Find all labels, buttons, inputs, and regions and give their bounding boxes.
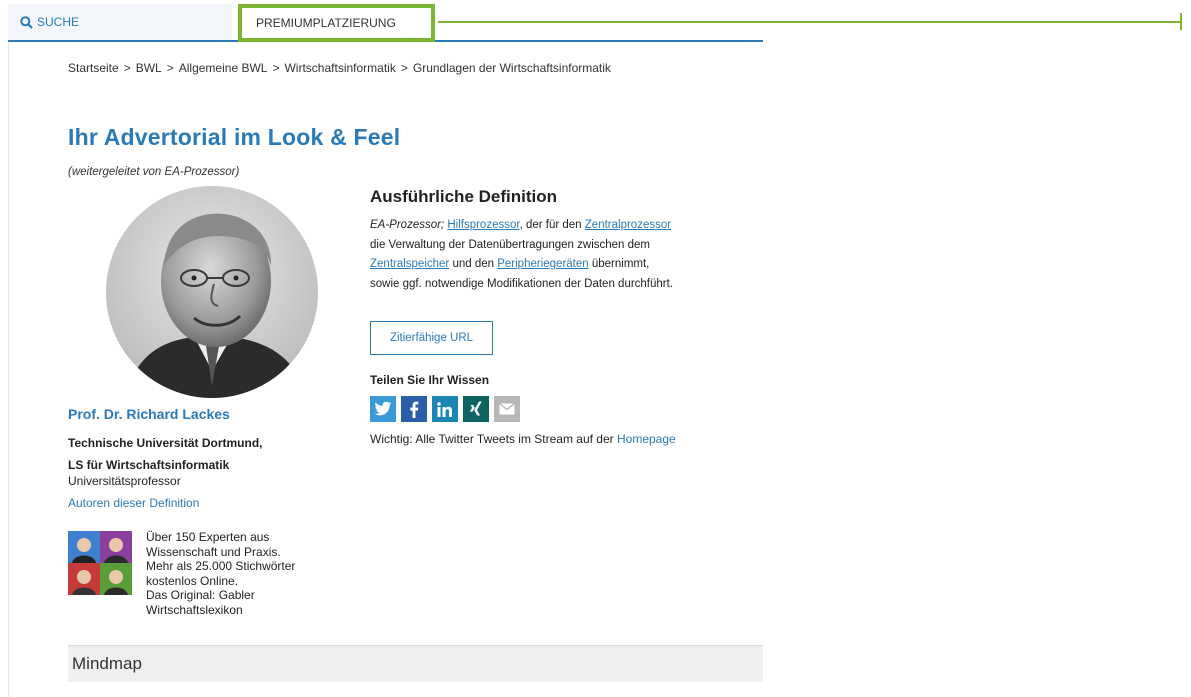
mindmap-label: Mindmap	[72, 654, 142, 673]
share-note-text: Wichtig: Alle Twitter Tweets im Stream a…	[370, 432, 617, 446]
definition-heading: Ausführliche Definition	[370, 187, 557, 206]
breadcrumb-item-allgemeine-bwl[interactable]: Allgemeine BWL	[179, 61, 268, 75]
definition-line-1: EA-Prozessor; Hilfsprozessor, der für de…	[370, 216, 760, 236]
share-heading: Teilen Sie Ihr Wissen	[370, 373, 490, 387]
breadcrumb-item-wirtschaftsinformatik[interactable]: Wirtschaftsinformatik	[284, 61, 395, 75]
redirect-note: (weitergeleitet von EA-Prozessor)	[68, 166, 240, 178]
search-icon	[20, 15, 33, 29]
content-left-border	[8, 42, 9, 697]
breadcrumb-separator: >	[166, 61, 174, 75]
definition-line-2: die Verwaltung der Datenübertragungen zw…	[370, 238, 651, 251]
link-zentralspeicher[interactable]: Zentralspeicher	[370, 258, 449, 270]
authors-link[interactable]: Autoren dieser Definition	[68, 496, 199, 510]
promo-line: Wirtschaftslexikon	[146, 602, 243, 617]
linkedin-icon	[437, 401, 452, 417]
breadcrumb-separator: >	[123, 61, 131, 75]
link-hilfsprozessor[interactable]: Hilfsprozessor	[447, 219, 519, 231]
search-tab-label: SUCHE	[37, 15, 80, 29]
email-share-button[interactable]	[494, 396, 520, 422]
homepage-link[interactable]: Homepage	[617, 432, 676, 446]
link-zentralprozessor[interactable]: Zentralprozessor	[585, 219, 671, 231]
annotation-pointer-line	[438, 21, 1180, 23]
breadcrumb: Startseite > BWL > Allgemeine BWL > Wirtschaft…	[68, 61, 611, 75]
definition-line-4: sowie ggf. notwendige Modifikationen der…	[370, 277, 674, 290]
page-title: Ihr Advertorial im Look & Feel	[68, 124, 401, 150]
facebook-share-button[interactable]	[401, 396, 427, 422]
promo-line: Über 150 Experten aus	[146, 530, 270, 544]
xing-share-button[interactable]	[463, 396, 489, 422]
author-chair: LS für Wirtschaftsinformatik	[68, 458, 230, 472]
definition-term: EA-Prozessor;	[370, 219, 445, 231]
breadcrumb-separator: >	[272, 61, 280, 75]
twitter-share-button[interactable]	[370, 396, 396, 422]
breadcrumb-separator: >	[400, 61, 408, 75]
share-note: Wichtig: Alle Twitter Tweets im Stream a…	[370, 432, 676, 446]
author-affiliation: Technische Universität Dortmund, LS für …	[68, 432, 262, 476]
experts-thumbnail[interactable]	[68, 531, 132, 595]
definition-text: übernimmt,	[588, 258, 650, 270]
author-photo	[106, 186, 318, 398]
experts-promo-text: Über 150 Experten aus Wissenschaft und P…	[146, 530, 326, 617]
definition-line-3: Zentralspeicher und den Peripheriegeräte…	[370, 255, 760, 275]
author-name[interactable]: Prof. Dr. Richard Lackes	[68, 406, 230, 422]
facebook-icon	[410, 401, 419, 418]
breadcrumb-item-bwl[interactable]: BWL	[136, 61, 162, 75]
search-tab[interactable]: SUCHE	[8, 4, 232, 40]
promo-line: Das Original: Gabler	[146, 588, 255, 602]
share-buttons	[370, 396, 520, 422]
promo-line: Mehr als 25.000 Stichwörter	[146, 559, 296, 573]
premium-tab-label: PREMIUMPLATZIERUNG	[256, 16, 396, 30]
author-role: Universitätsprofessor	[68, 474, 181, 488]
promo-line: kostenlos Online.	[146, 573, 239, 588]
email-icon	[499, 403, 515, 415]
citable-url-button[interactable]: Zitierfähige URL	[370, 321, 493, 355]
xing-icon	[469, 401, 482, 415]
link-peripheriegeraete[interactable]: Peripheriegeräten	[497, 258, 588, 270]
twitter-icon	[374, 401, 392, 416]
breadcrumb-item-startseite[interactable]: Startseite	[68, 61, 119, 75]
top-navigation-bar: SUCHE PREMIUMPLATZIERUNG	[8, 4, 763, 42]
premium-placement-tab[interactable]: PREMIUMPLATZIERUNG	[238, 4, 435, 42]
definition-text: , der für den	[519, 219, 585, 231]
mindmap-section-header[interactable]: Mindmap	[68, 645, 763, 682]
definition-text: und den	[449, 258, 498, 270]
promo-line: Wissenschaft und Praxis.	[146, 544, 281, 559]
definition-body: EA-Prozessor; Hilfsprozessor, der für de…	[370, 216, 760, 294]
linkedin-share-button[interactable]	[432, 396, 458, 422]
breadcrumb-item-grundlagen[interactable]: Grundlagen der Wirtschaftsinformatik	[413, 61, 611, 75]
author-university: Technische Universität Dortmund,	[68, 436, 263, 450]
annotation-pointer-end	[1180, 13, 1182, 30]
